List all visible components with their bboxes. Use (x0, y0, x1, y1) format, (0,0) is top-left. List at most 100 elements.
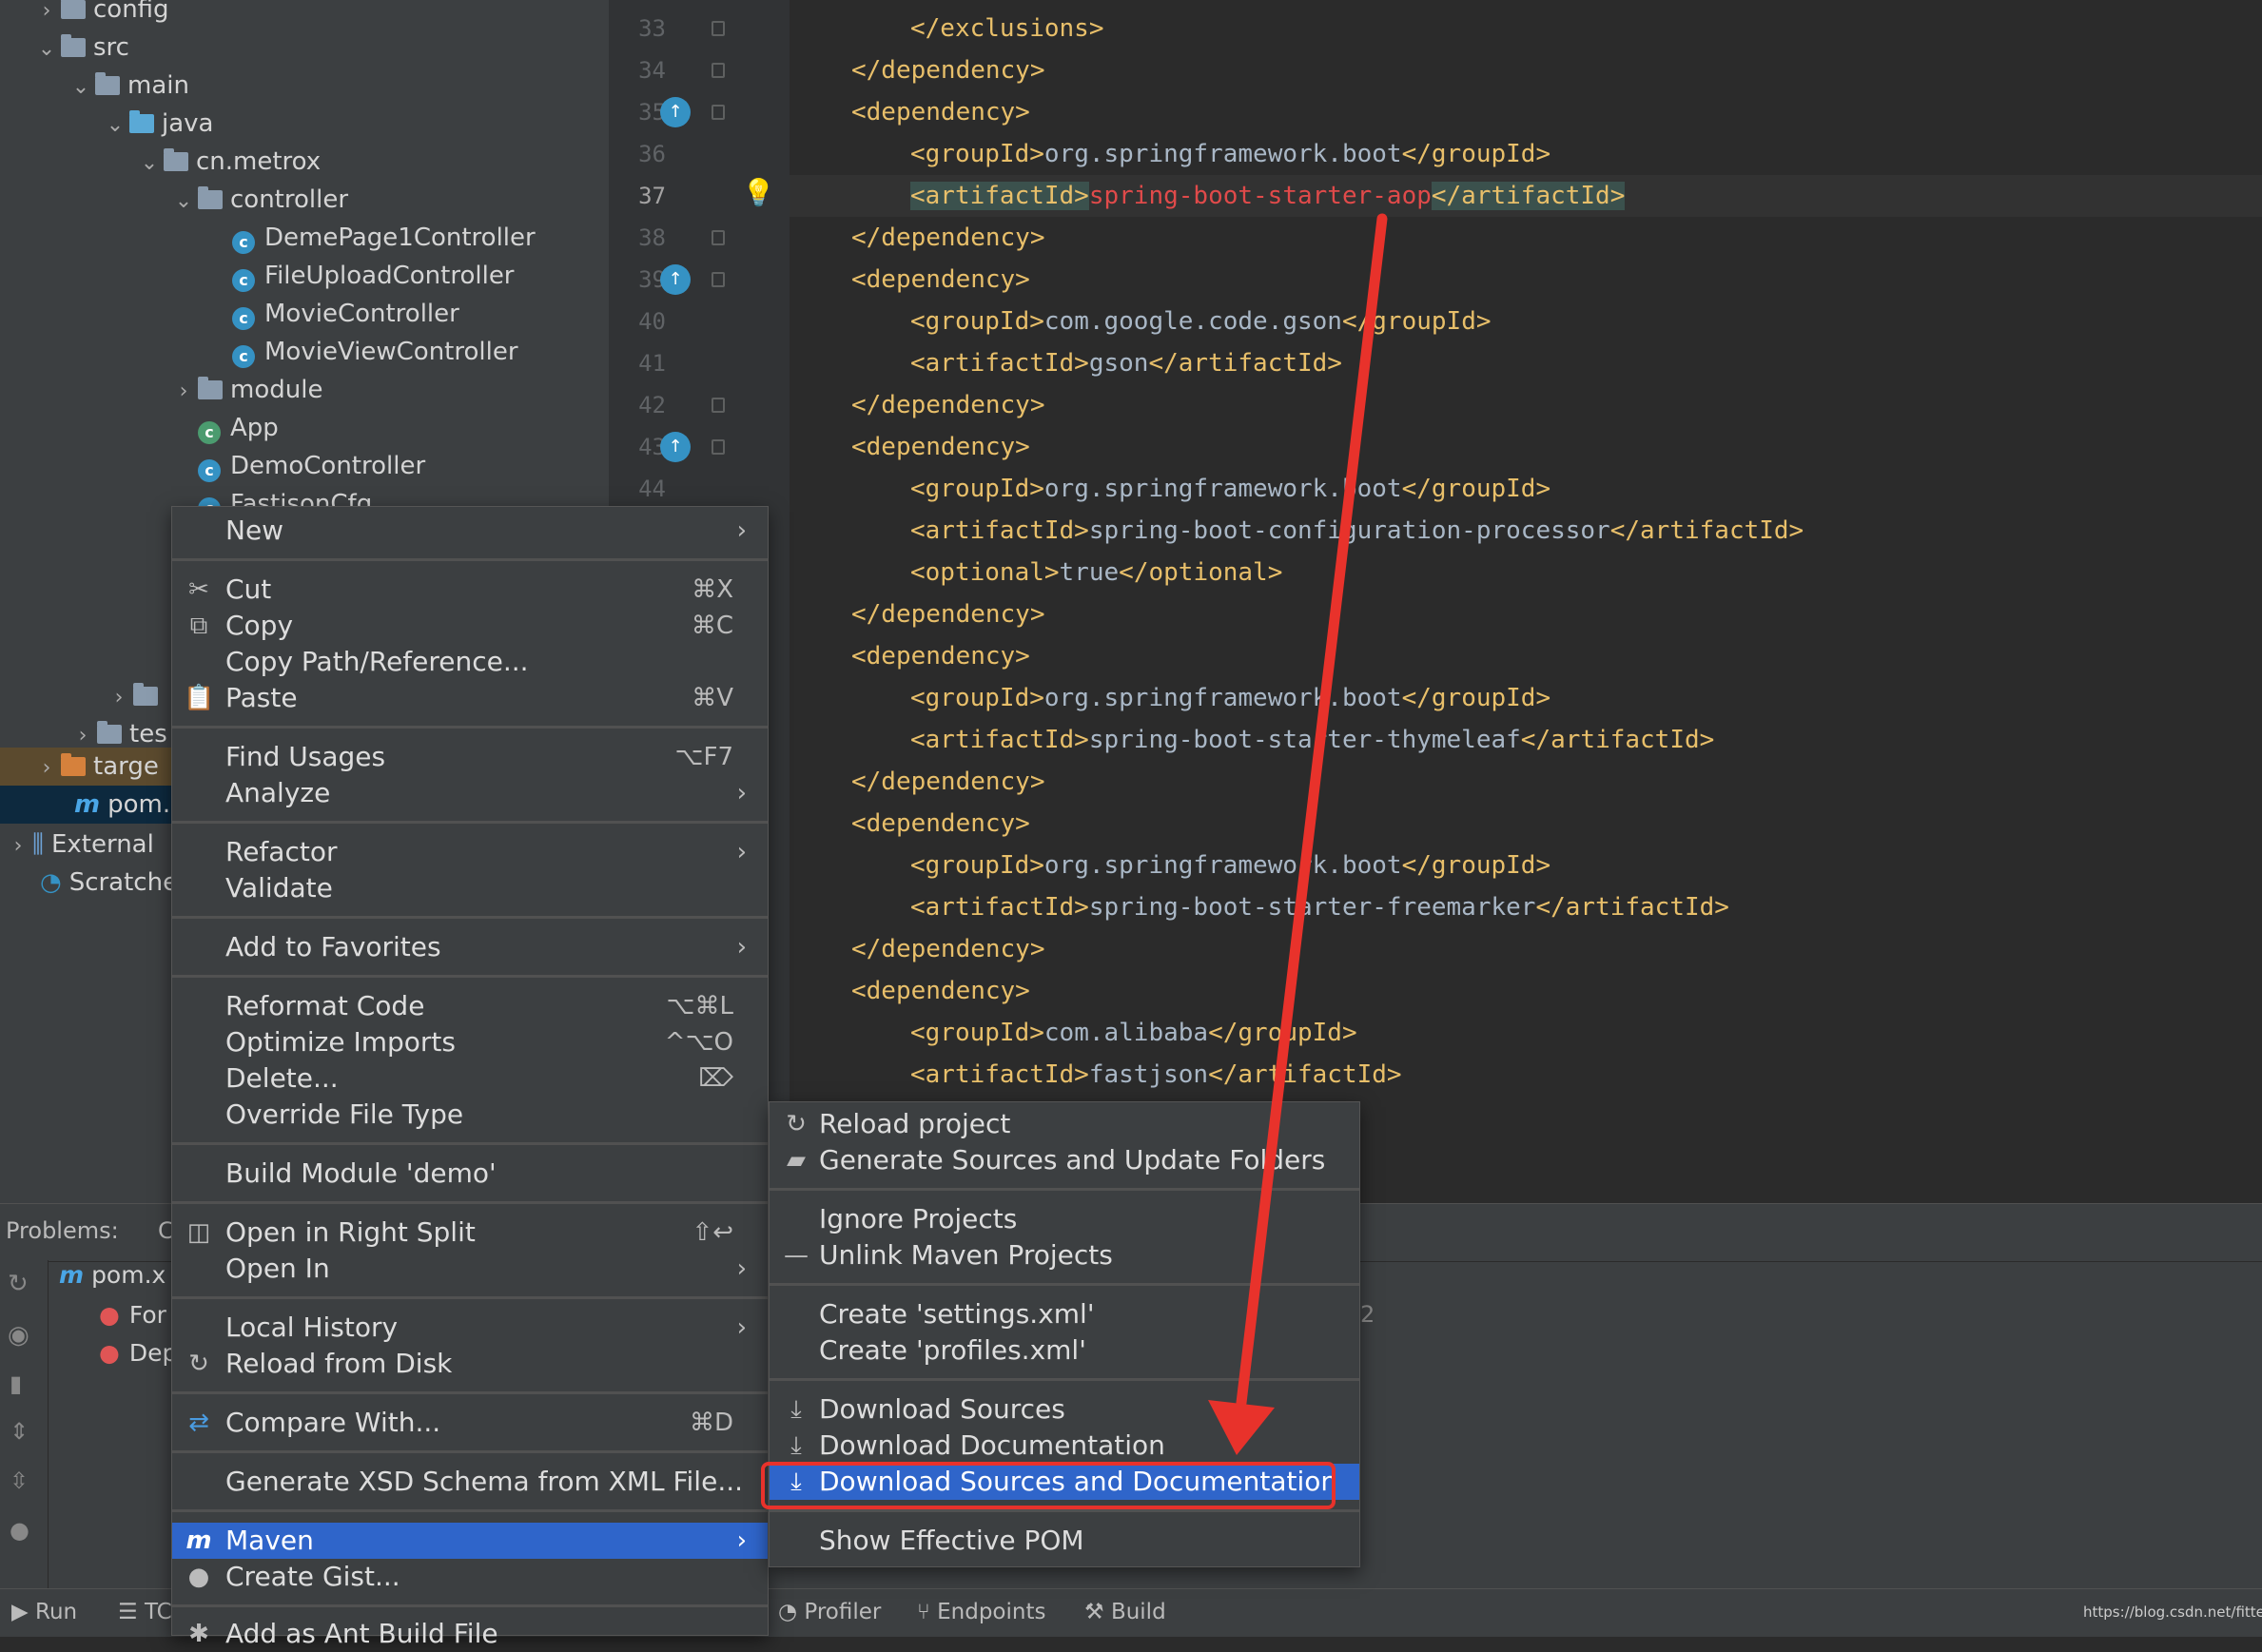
chevron-down-icon[interactable]: ⌄ (135, 145, 164, 183)
build-tool-button[interactable]: ⚒ Build (1084, 1588, 1166, 1636)
code-line[interactable]: <groupId>com.google.code.gson</groupId> (910, 301, 1492, 342)
fold-marker-icon[interactable] (712, 105, 725, 120)
code-line[interactable]: <dependency> (851, 426, 1030, 468)
menu-item-add-ant[interactable]: ✱ Add as Ant Build File (172, 1616, 768, 1652)
menu-item-analyze[interactable]: Analyze › (172, 775, 768, 811)
code-line[interactable]: <dependency> (851, 970, 1030, 1012)
tree-item-target-row[interactable]: › targe (0, 748, 171, 786)
line-number[interactable]: 39 (609, 259, 666, 301)
tree-item[interactable]: › module (169, 371, 323, 411)
chevron-down-icon[interactable]: ⌄ (32, 30, 61, 68)
chevron-right-icon[interactable]: › (169, 373, 198, 411)
menu-item-unlink-projects[interactable]: — Unlink Maven Projects (770, 1237, 1359, 1273)
bulb-icon[interactable]: ● (10, 1517, 29, 1544)
menu-item-delete[interactable]: Delete... ⌦ (172, 1060, 768, 1097)
tree-item[interactable]: c MovieController (204, 295, 459, 333)
todo-tool-button[interactable]: ☰ TC (118, 1588, 172, 1636)
chevron-down-icon[interactable]: ⌄ (169, 183, 198, 221)
menu-item-optimize-imports[interactable]: Optimize Imports ^⌥O (172, 1024, 768, 1060)
tree-item[interactable]: c DemePage1Controller (204, 219, 536, 257)
lightbulb-icon[interactable]: 💡 (742, 177, 775, 208)
menu-item-ignore-projects[interactable]: Ignore Projects (770, 1201, 1359, 1237)
fold-marker-icon[interactable] (712, 398, 725, 413)
code-line[interactable]: <groupId>org.springframework.boot</group… (910, 133, 1550, 175)
tree-item[interactable]: ⌄ java (101, 105, 214, 145)
tree-item[interactable]: c MovieViewController (204, 333, 518, 371)
code-line[interactable]: </dependency> (851, 761, 1045, 803)
tree-item[interactable]: c FileUploadController (204, 257, 515, 295)
problem-error-item[interactable]: ● For (99, 1301, 166, 1329)
code-line[interactable]: <groupId>org.springframework.boot</group… (910, 845, 1550, 886)
override-icon[interactable]: ↑ (660, 264, 691, 295)
fold-marker-icon[interactable] (712, 63, 725, 78)
tree-item[interactable]: c DemoController (169, 447, 425, 485)
code-line[interactable]: </dependency> (851, 384, 1045, 426)
fold-marker-icon[interactable] (712, 230, 725, 245)
code-line[interactable]: <optional>true</optional> (910, 552, 1282, 593)
chevron-right-icon[interactable]: › (32, 749, 61, 787)
line-number[interactable]: 34 (609, 49, 666, 91)
code-line[interactable]: <groupId>com.alibaba</groupId> (910, 1012, 1357, 1054)
chevron-right-icon[interactable]: › (105, 679, 133, 717)
code-line[interactable]: </dependency> (851, 217, 1045, 259)
endpoints-tool-button[interactable]: ⑂ Endpoints (917, 1588, 1045, 1636)
profiler-tool-button[interactable]: ◔ Profiler (778, 1588, 881, 1636)
code-line[interactable]: <artifactId>spring-boot-starter-thymelea… (910, 719, 1714, 761)
menu-item-create-gist[interactable]: ● Create Gist... (172, 1559, 768, 1595)
menu-item-generate-xsd[interactable]: Generate XSD Schema from XML File... (172, 1464, 768, 1500)
code-line[interactable]: </dependency> (851, 49, 1045, 91)
menu-item-open-right-split[interactable]: ◫ Open in Right Split ⇧↩ (172, 1215, 768, 1251)
line-number[interactable]: 41 (609, 342, 666, 384)
code-line[interactable]: <groupId>org.springframework.boot</group… (910, 677, 1550, 719)
code-line[interactable]: </dependency> (851, 928, 1045, 970)
menu-item-reformat[interactable]: Reformat Code ⌥⌘L (172, 988, 768, 1024)
line-number[interactable]: 42 (609, 384, 666, 426)
menu-item-refactor[interactable]: Refactor › (172, 834, 768, 870)
chevron-right-icon[interactable]: › (4, 827, 32, 865)
tree-item[interactable]: ⌄ controller (169, 181, 348, 219)
chevron-right-icon[interactable]: › (32, 0, 61, 30)
tree-item[interactable]: ⌄ src (32, 29, 129, 67)
menu-item-find-usages[interactable]: Find Usages ⌥F7 (172, 739, 768, 775)
line-number[interactable]: 43 (609, 426, 666, 468)
menu-item-copy[interactable]: ⧉ Copy ⌘C (172, 608, 768, 644)
code-line[interactable]: <artifactId>spring-boot-starter-aop</art… (910, 175, 1626, 217)
tree-item-external-libraries[interactable]: › ⫼ External (4, 826, 154, 864)
menu-item-compare[interactable]: ⇄ Compare With... ⌘D (172, 1405, 768, 1441)
menu-item-override-type[interactable]: Override File Type (172, 1097, 768, 1133)
fold-marker-icon[interactable] (712, 21, 725, 36)
menu-item-cut[interactable]: ✂ Cut ⌘X (172, 572, 768, 608)
fold-marker-icon[interactable] (712, 272, 725, 287)
eye-icon[interactable]: ◉ (8, 1321, 29, 1350)
tree-item[interactable]: ⌄ cn.metrox (135, 143, 321, 181)
override-icon[interactable]: ↑ (660, 432, 691, 462)
menu-item-paste[interactable]: 📋 Paste ⌘V (172, 680, 768, 716)
menu-item-add-favorites[interactable]: Add to Favorites › (172, 929, 768, 965)
refresh-icon[interactable]: ↻ (8, 1270, 29, 1298)
code-line[interactable]: <artifactId>spring-boot-starter-freemark… (910, 886, 1729, 928)
line-number[interactable]: 35 (609, 91, 666, 133)
line-number[interactable]: 36 (609, 133, 666, 175)
problem-error-item[interactable]: ● Dep (99, 1339, 177, 1367)
code-line[interactable]: <dependency> (851, 635, 1030, 677)
run-tool-button[interactable]: ▶ Run (11, 1588, 77, 1636)
tree-item[interactable]: ⌄ main (67, 67, 189, 105)
menu-item-create-settings[interactable]: Create 'settings.xml' (770, 1296, 1359, 1332)
expand-all-icon[interactable]: ⇕ (10, 1418, 29, 1445)
menu-item-download-documentation[interactable]: ⤓ Download Documentation (770, 1428, 1359, 1464)
tree-item-pom-row[interactable]: m pom. (0, 786, 171, 824)
tree-item[interactable]: c App (169, 409, 279, 447)
fold-marker-icon[interactable] (712, 439, 725, 455)
tree-item[interactable]: › config (32, 0, 169, 29)
menu-item-generate-sources[interactable]: ▰ Generate Sources and Update Folders (770, 1142, 1359, 1178)
code-line[interactable]: <groupId>org.springframework.boot</group… (910, 468, 1550, 510)
tree-item-scratches[interactable]: ◔ Scratche (40, 864, 178, 902)
chevron-down-icon[interactable]: ⌄ (101, 107, 129, 145)
tree-item-collapsed[interactable]: › (105, 677, 166, 715)
menu-item-reload-project[interactable]: ↻ Reload project (770, 1106, 1359, 1142)
preview-icon[interactable]: ▮ (10, 1370, 22, 1397)
chevron-down-icon[interactable]: ⌄ (67, 68, 95, 107)
menu-item-reload-disk[interactable]: ↻ Reload from Disk (172, 1346, 768, 1382)
menu-item-build-module[interactable]: Build Module 'demo' (172, 1156, 768, 1192)
menu-item-local-history[interactable]: Local History › (172, 1310, 768, 1346)
